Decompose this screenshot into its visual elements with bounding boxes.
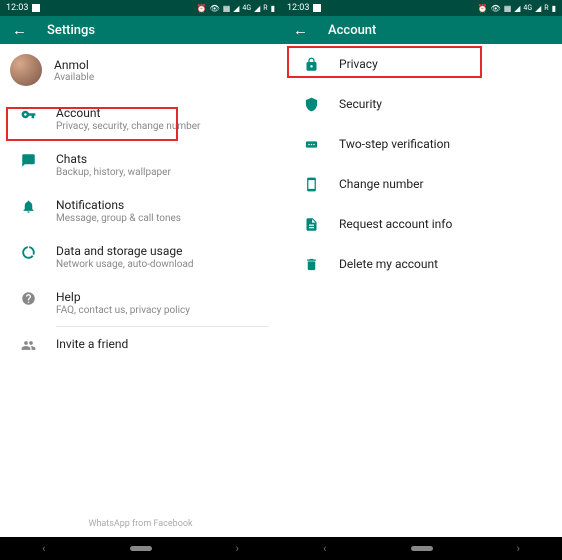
- item-sub: FAQ, contact us, privacy policy: [56, 305, 190, 316]
- phone-right: 12:03 ⏰👁▦◢4G◢R▮ ← Account Privacy Securi…: [281, 0, 562, 560]
- account-item-security[interactable]: Security: [281, 84, 562, 124]
- item-sub: Backup, history, wallpaper: [56, 167, 171, 178]
- shield-icon: [301, 96, 321, 112]
- item-title: Change number: [339, 177, 424, 191]
- footer-text: WhatsApp from Facebook: [0, 513, 281, 535]
- trash-icon: [301, 256, 321, 272]
- nav-back[interactable]: ‹: [323, 542, 326, 555]
- item-title: Security: [339, 97, 382, 111]
- app-bar: ← Account: [281, 16, 562, 44]
- account-item-delete[interactable]: Delete my account: [281, 244, 562, 284]
- settings-item-data[interactable]: Data and storage usage Network usage, au…: [0, 234, 281, 280]
- item-title: Delete my account: [339, 257, 438, 271]
- account-content: Privacy Security Two-step verification: [281, 44, 562, 537]
- status-icons: ⏰👁▦◢4G◢R▮: [197, 4, 275, 13]
- nav-home[interactable]: [130, 546, 152, 551]
- item-sub: Privacy, security, change number: [56, 121, 200, 132]
- app-bar: ← Settings: [0, 16, 281, 44]
- item-title: Invite a friend: [56, 337, 128, 351]
- status-bar: 12:03 ⏰👁▦◢4G◢R▮: [281, 0, 562, 16]
- settings-content: Anmol Available Account Privacy, securit…: [0, 44, 281, 537]
- item-title: Chats: [56, 152, 171, 166]
- status-time: 12:03: [6, 3, 28, 13]
- nav-home[interactable]: [411, 546, 433, 551]
- account-item-twostep[interactable]: Two-step verification: [281, 124, 562, 164]
- back-button[interactable]: ←: [293, 23, 308, 38]
- page-title: Settings: [47, 23, 95, 38]
- item-title: Privacy: [339, 57, 378, 71]
- nav-bar: ‹ ›: [0, 537, 281, 560]
- people-icon: [18, 337, 38, 353]
- settings-item-invite[interactable]: Invite a friend: [0, 327, 281, 363]
- document-icon: [301, 216, 321, 232]
- settings-item-notifications[interactable]: Notifications Message, group & call tone…: [0, 188, 281, 234]
- settings-item-chats[interactable]: Chats Backup, history, wallpaper: [0, 142, 281, 188]
- nav-recent[interactable]: ›: [236, 542, 239, 555]
- pin-icon: [301, 136, 321, 152]
- lock-icon: [301, 56, 321, 72]
- settings-item-help[interactable]: Help FAQ, contact us, privacy policy: [0, 280, 281, 326]
- phone-icon: [301, 176, 321, 192]
- account-item-request[interactable]: Request account info: [281, 204, 562, 244]
- phone-left: 12:03 ⏰👁▦◢4G◢R▮ ← Settings Anmol Availab…: [0, 0, 281, 560]
- status-app-icon: [313, 4, 321, 12]
- back-button[interactable]: ←: [12, 23, 27, 38]
- status-app-icon: [32, 4, 40, 12]
- status-icons: ⏰👁▦◢4G◢R▮: [478, 4, 556, 13]
- status-time: 12:03: [287, 3, 309, 13]
- item-title: Notifications: [56, 198, 181, 212]
- nav-back[interactable]: ‹: [42, 542, 45, 555]
- item-title: Data and storage usage: [56, 244, 194, 258]
- item-title: Two-step verification: [339, 137, 450, 151]
- item-title: Request account info: [339, 217, 452, 231]
- chat-icon: [18, 152, 38, 168]
- page-title: Account: [328, 23, 376, 38]
- bell-icon: [18, 198, 38, 214]
- avatar: [10, 54, 42, 86]
- item-sub: Network usage, auto-download: [56, 259, 194, 270]
- data-usage-icon: [18, 244, 38, 260]
- item-title: Help: [56, 290, 190, 304]
- profile-row[interactable]: Anmol Available: [0, 44, 281, 96]
- profile-status: Available: [54, 72, 94, 83]
- nav-recent[interactable]: ›: [517, 542, 520, 555]
- item-title: Account: [56, 106, 200, 120]
- nav-bar: ‹ ›: [281, 537, 562, 560]
- help-icon: [18, 290, 38, 306]
- status-bar: 12:03 ⏰👁▦◢4G◢R▮: [0, 0, 281, 16]
- account-item-changenumber[interactable]: Change number: [281, 164, 562, 204]
- key-icon: [18, 106, 38, 122]
- item-sub: Message, group & call tones: [56, 213, 181, 224]
- settings-item-account[interactable]: Account Privacy, security, change number: [0, 96, 281, 142]
- account-item-privacy[interactable]: Privacy: [281, 44, 562, 84]
- profile-name: Anmol: [54, 58, 94, 72]
